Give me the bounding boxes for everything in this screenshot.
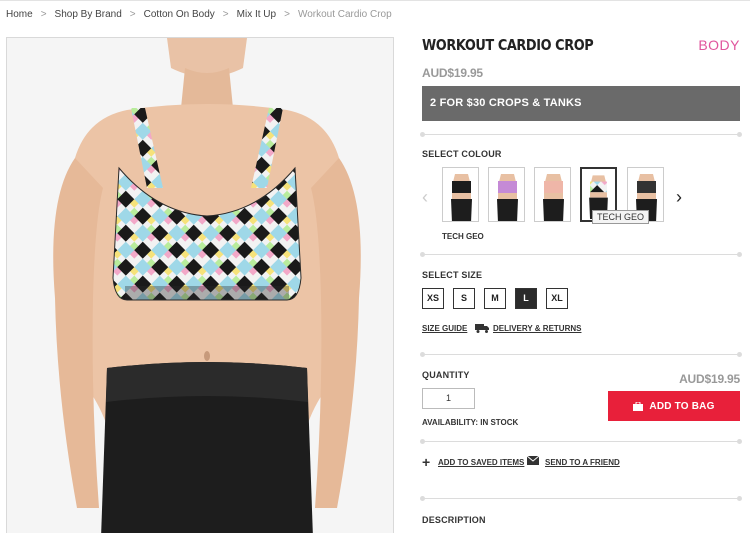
size-option-m[interactable]: M bbox=[484, 288, 506, 309]
divider bbox=[420, 132, 742, 137]
breadcrumb: Home > Shop By Brand > Cotton On Body > … bbox=[6, 9, 392, 20]
size-option-xl[interactable]: XL bbox=[546, 288, 568, 309]
breadcrumb-home[interactable]: Home bbox=[6, 9, 33, 20]
breadcrumb-separator: > bbox=[40, 9, 47, 20]
truck-icon bbox=[475, 324, 489, 333]
divider bbox=[420, 496, 742, 501]
add-to-bag-label: ADD TO BAG bbox=[649, 400, 715, 412]
colour-swatch-peach[interactable] bbox=[534, 167, 571, 222]
colour-swatch-lilac[interactable] bbox=[488, 167, 525, 222]
colour-swatch-black[interactable] bbox=[442, 167, 479, 222]
size-option-xs[interactable]: XS bbox=[422, 288, 444, 309]
mail-icon bbox=[527, 456, 539, 465]
breadcrumb-separator: > bbox=[129, 9, 136, 20]
breadcrumb-separator: > bbox=[222, 9, 229, 20]
divider bbox=[420, 252, 742, 257]
model-photo bbox=[7, 38, 393, 533]
breadcrumb-mix-it-up[interactable]: Mix It Up bbox=[237, 9, 276, 20]
size-option-l[interactable]: L bbox=[515, 288, 537, 309]
breadcrumb-separator: > bbox=[284, 9, 290, 20]
chevron-right-icon[interactable]: › bbox=[676, 188, 682, 206]
divider bbox=[420, 439, 742, 444]
top-border bbox=[0, 0, 750, 1]
add-to-bag-button[interactable]: ADD TO BAG bbox=[608, 391, 740, 421]
description-heading: DESCRIPTION bbox=[422, 515, 486, 525]
delivery-returns-link[interactable]: DELIVERY & RETURNS bbox=[493, 324, 581, 333]
chevron-left-icon[interactable]: ‹ bbox=[422, 188, 428, 206]
swatch-thumbnail bbox=[489, 168, 524, 221]
breadcrumb-shop-by-brand[interactable]: Shop By Brand bbox=[55, 9, 122, 20]
breadcrumb-cotton-on-body[interactable]: Cotton On Body bbox=[144, 9, 215, 20]
promo-banner[interactable]: 2 FOR $30 CROPS & TANKS bbox=[422, 86, 740, 121]
swatch-tooltip: TECH GEO bbox=[592, 210, 650, 224]
plus-icon: + bbox=[422, 454, 431, 470]
product-title: WORKOUT CARDIO CROP bbox=[422, 36, 594, 54]
divider bbox=[420, 352, 742, 357]
select-colour-label: SELECT COLOUR bbox=[422, 149, 502, 159]
quantity-label: QUANTITY bbox=[422, 370, 470, 380]
size-option-s[interactable]: S bbox=[453, 288, 475, 309]
bag-icon bbox=[633, 401, 644, 411]
select-size-label: SELECT SIZE bbox=[422, 270, 483, 280]
product-image[interactable] bbox=[6, 37, 394, 533]
selected-colour-name: TECH GEO bbox=[442, 232, 484, 241]
breadcrumb-current: Workout Cardio Crop bbox=[297, 9, 392, 20]
brand-logo: BODY bbox=[698, 37, 740, 53]
add-to-saved-items-link[interactable]: ADD TO SAVED ITEMS bbox=[438, 458, 524, 467]
product-price: AUD$19.95 bbox=[422, 66, 483, 80]
quantity-input[interactable]: 1 bbox=[422, 388, 475, 409]
send-to-friend-link[interactable]: SEND TO A FRIEND bbox=[545, 458, 620, 467]
availability-status: AVAILABILITY: IN STOCK bbox=[422, 418, 519, 427]
size-guide-link[interactable]: SIZE GUIDE bbox=[422, 324, 467, 333]
swatch-thumbnail bbox=[535, 168, 570, 221]
swatch-thumbnail bbox=[443, 168, 478, 221]
purchase-price: AUD$19.95 bbox=[679, 372, 740, 386]
